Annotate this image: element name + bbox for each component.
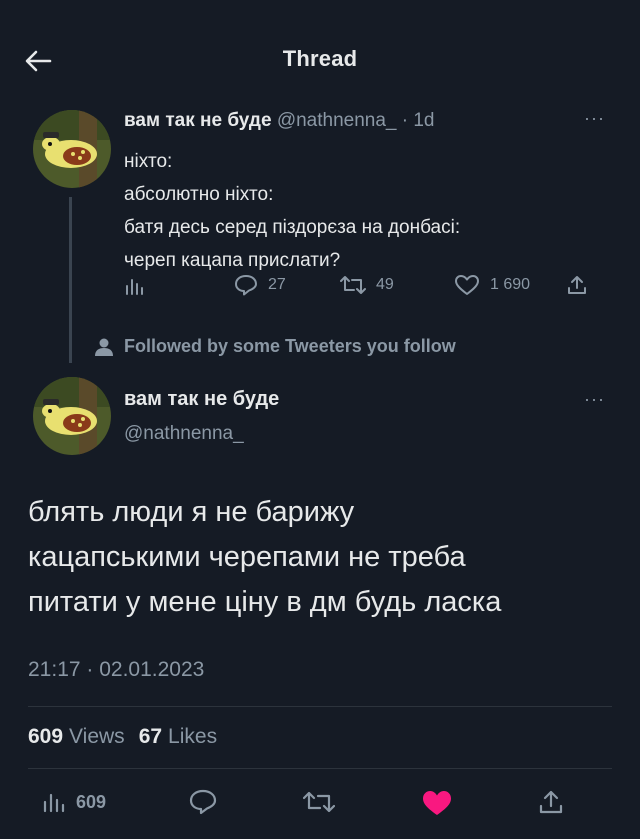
thread-line (69, 197, 72, 363)
retweet-button[interactable] (303, 789, 335, 815)
share-icon (539, 790, 563, 814)
avatar[interactable] (33, 110, 111, 188)
reply-button[interactable]: 27 (234, 274, 286, 296)
more-options-icon[interactable]: ··· (584, 108, 605, 129)
followed-by-note: Followed by some Tweeters you follow (94, 336, 456, 357)
retweet-icon (303, 791, 335, 813)
engagement-stats: 609 Views 67 Likes (28, 725, 217, 749)
tweet-line: питати у мене ціну в дм будь ласка (28, 586, 502, 618)
share-icon (568, 276, 586, 294)
views-stat[interactable]: 609 Views (28, 725, 125, 749)
reply-button[interactable] (189, 789, 217, 815)
heart-filled-icon (423, 791, 451, 815)
tweet-line: кацапськими черепами не треба (28, 541, 466, 573)
analytics-icon (43, 793, 65, 813)
like-button[interactable] (421, 789, 453, 817)
views-count: 609 (76, 791, 107, 812)
tweet-line: ніхто: (124, 151, 173, 172)
retweet-button[interactable]: 49 (340, 274, 394, 296)
reply-icon (235, 275, 257, 296)
share-button[interactable] (566, 274, 588, 296)
views-button[interactable]: 609 (42, 791, 106, 813)
avatar[interactable] (33, 377, 111, 455)
analytics-icon (126, 279, 143, 295)
share-button[interactable] (538, 789, 564, 815)
author-name[interactable]: вам так не буде (124, 388, 279, 411)
tweet-text: ніхто: абсолютно ніхто: батя десь серед … (124, 145, 460, 277)
author-handle[interactable]: @nathnenna_ (124, 423, 244, 445)
heart-icon (455, 275, 479, 295)
timestamp[interactable]: 21:17 · 02.01.2023 (28, 658, 204, 682)
divider (28, 706, 612, 707)
like-count: 1 690 (490, 276, 531, 293)
retweet-count: 49 (376, 276, 394, 293)
reply-count: 27 (268, 276, 286, 293)
followed-text: Followed by some Tweeters you follow (124, 336, 456, 356)
like-button[interactable]: 1 690 (454, 274, 530, 296)
author-name[interactable]: вам так не буде (124, 110, 272, 131)
reply-icon (189, 789, 217, 815)
tweet-line: абсолютно ніхто: (124, 184, 274, 205)
tweet-line: батя десь серед піздорєза на донбасі: (124, 217, 461, 238)
divider (28, 768, 612, 769)
tweet-line: блять люди я не барижу (28, 496, 355, 528)
author-handle-time[interactable]: @nathnenna_ · 1d (277, 110, 435, 131)
likes-stat[interactable]: 67 Likes (139, 725, 217, 749)
page-title: Thread (282, 46, 358, 71)
retweet-icon (340, 276, 366, 294)
analytics-button[interactable] (124, 276, 146, 296)
tweet-text: блять люди я не барижу кацапськими череп… (28, 490, 501, 625)
person-icon (95, 338, 113, 356)
more-options-icon[interactable]: ··· (584, 389, 605, 410)
tweet-line: череп кацапа прислати? (124, 250, 341, 271)
